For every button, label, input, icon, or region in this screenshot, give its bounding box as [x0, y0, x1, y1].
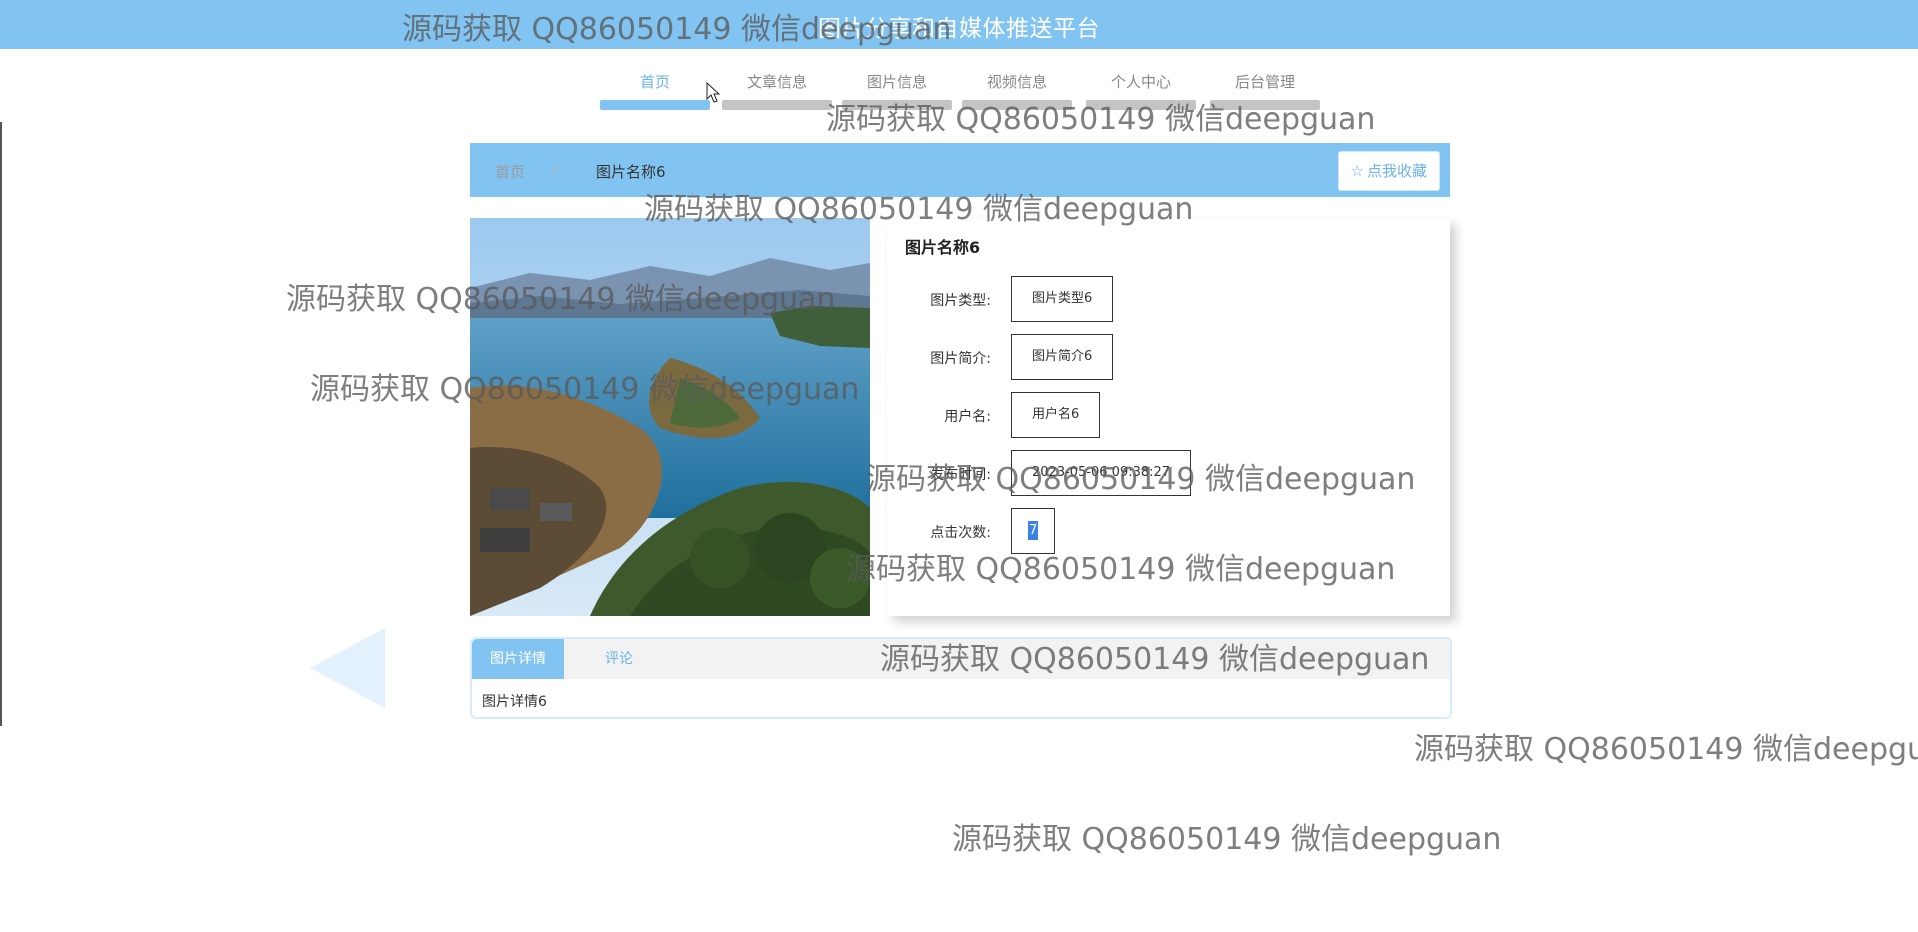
- lake-landscape-image: [470, 218, 870, 616]
- nav-item-videos[interactable]: 视频信息: [962, 71, 1072, 115]
- nav-item-admin[interactable]: 后台管理: [1210, 71, 1320, 115]
- favorite-button-label: 点我收藏: [1366, 162, 1427, 180]
- watermark: 源码获取 QQ86050149 微信deepguan: [1414, 732, 1918, 767]
- star-outline-icon: ☆: [1350, 162, 1364, 180]
- info-label: 发布时间:: [930, 467, 991, 483]
- picture-title: 图片名称6: [905, 238, 981, 257]
- info-value: 用户名6: [1011, 392, 1101, 438]
- info-value: 2023-05-06 09:38:27: [1011, 450, 1192, 496]
- picture-image: [470, 218, 870, 616]
- tab-content: 图片详情6: [482, 694, 547, 710]
- tab-picture-detail[interactable]: 图片详情: [472, 639, 564, 679]
- page: 图片分享和自媒体推送平台 首页 文章信息 图片信息 视频信息 个人中心 后台管理: [0, 0, 1918, 932]
- nav-item-profile[interactable]: 个人中心: [1086, 71, 1196, 115]
- info-label: 点击次数:: [930, 525, 991, 541]
- decorative-triangle: [310, 628, 385, 708]
- info-value: 7: [1011, 508, 1056, 554]
- nav-item-underline: [600, 100, 710, 110]
- nav-item-label: 个人中心: [1110, 73, 1171, 91]
- site-title: 图片分享和自媒体推送平台: [818, 16, 1100, 42]
- nav-item-articles[interactable]: 文章信息: [722, 71, 832, 115]
- info-label: 图片简介:: [930, 351, 991, 367]
- nav-item-underline: [1210, 100, 1320, 110]
- nav-item-underline: [842, 100, 952, 110]
- nav-item-home[interactable]: 首页: [600, 71, 710, 115]
- tab-comments[interactable]: 评论: [564, 639, 674, 679]
- top-header: 图片分享和自媒体推送平台: [0, 0, 1918, 49]
- breadcrumb-home-link[interactable]: 首页: [495, 161, 525, 182]
- nav-item-label: 视频信息: [986, 73, 1047, 91]
- page-edge-divider: [0, 122, 2, 726]
- detail-tabs: 图片详情 评论 图片详情6: [470, 637, 1452, 719]
- nav-item-underline: [962, 100, 1072, 110]
- info-value: 图片类型6: [1011, 276, 1114, 322]
- info-label: 图片类型:: [930, 293, 991, 309]
- nav-item-label: 首页: [639, 73, 670, 91]
- nav-item-underline: [1086, 100, 1196, 110]
- info-label: 用户名:: [944, 409, 991, 425]
- info-value: 图片简介6: [1011, 334, 1114, 380]
- tab-header: 图片详情 评论: [472, 639, 1450, 679]
- breadcrumb-separator: /: [552, 161, 558, 179]
- favorite-button[interactable]: ☆ 点我收藏: [1337, 151, 1440, 191]
- nav-item-underline: [722, 100, 832, 110]
- nav-item-label: 文章信息: [746, 73, 807, 91]
- nav-item-label: 图片信息: [866, 73, 927, 91]
- breadcrumb: 首页 / 图片名称6 ☆ 点我收藏: [470, 143, 1450, 197]
- nav-item-pictures[interactable]: 图片信息: [842, 71, 952, 115]
- selected-text: 7: [1028, 521, 1039, 540]
- nav-item-label: 后台管理: [1234, 73, 1295, 91]
- mouse-cursor-icon: [706, 82, 720, 103]
- watermark: 源码获取 QQ86050149 微信deepguan: [952, 822, 1502, 857]
- picture-info-panel: 图片名称6 图片类型: 图片类型6 图片简介: 图片简介6 用户名: 用户名6 …: [887, 218, 1450, 616]
- breadcrumb-current: 图片名称6: [596, 163, 666, 181]
